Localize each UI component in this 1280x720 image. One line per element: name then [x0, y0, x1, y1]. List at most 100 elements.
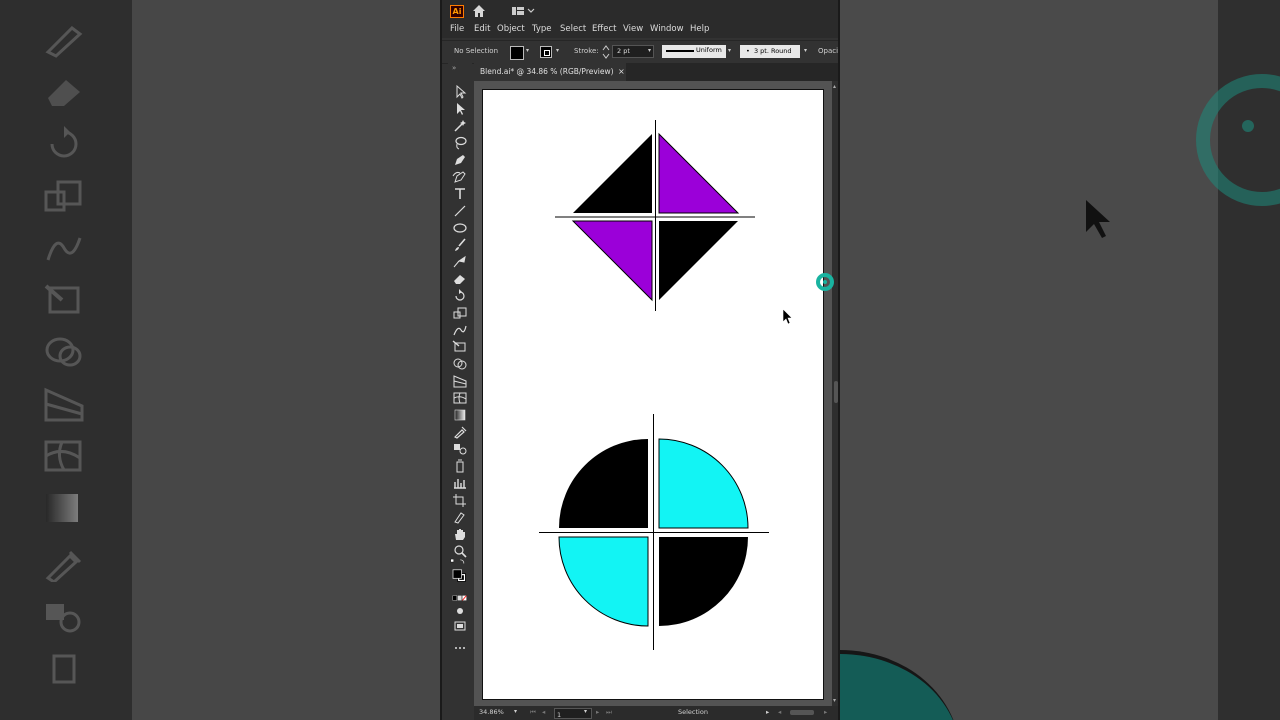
diamond-bottom-left-triangle[interactable] [571, 220, 653, 302]
home-icon[interactable] [472, 4, 486, 18]
illustrator-window: Ai File Edit Object Type Select Effect V… [440, 0, 840, 720]
fill-dropdown-icon[interactable]: ▾ [526, 48, 532, 54]
zoom-dropdown-icon[interactable]: ▾ [514, 708, 517, 715]
circle-top-left-quarter[interactable] [559, 439, 648, 528]
stroke-label: Stroke: [574, 47, 599, 55]
workspace-switcher-icon[interactable] [510, 5, 536, 17]
fill-stroke-indicator[interactable] [452, 568, 472, 586]
stroke-weight-dropdown-icon[interactable]: ▾ [648, 48, 654, 54]
stroke-dropdown-icon[interactable]: ▾ [556, 48, 562, 54]
brush-dropdown-icon[interactable]: ▾ [804, 48, 810, 54]
circle-group[interactable] [539, 414, 769, 650]
magic-wand-tool-icon[interactable] [452, 118, 468, 132]
brush-definition-select[interactable]: • 3 pt. Round [740, 45, 800, 58]
document-tab-bar: Blend.ai* @ 34.86 % (RGB/Preview) × [474, 63, 838, 81]
background-teal-ring [1196, 74, 1280, 206]
scroll-up-icon[interactable]: ▴ [833, 83, 836, 90]
background-right [840, 0, 1280, 720]
selection-tool-icon[interactable] [452, 84, 468, 99]
pen-tool-icon[interactable] [452, 152, 468, 166]
close-tab-icon[interactable]: × [618, 63, 625, 81]
line-tool-icon[interactable] [452, 203, 468, 217]
slice-tool-icon[interactable] [452, 509, 468, 524]
color-mode-icons[interactable] [452, 590, 472, 601]
circle-bottom-left-quarter[interactable] [558, 536, 649, 627]
warp-tool-icon[interactable] [452, 322, 468, 336]
lasso-tool-icon[interactable] [452, 135, 468, 150]
zoom-level[interactable]: 34.86% [479, 708, 504, 716]
stroke-swatch[interactable] [540, 46, 552, 58]
gradient-tool-icon[interactable] [452, 407, 468, 421]
default-colors-swap-icon[interactable] [450, 554, 472, 568]
draw-mode-icon[interactable] [452, 603, 468, 617]
diamond-group[interactable] [555, 120, 755, 311]
artboard[interactable] [482, 89, 824, 700]
background-teal-shape [840, 650, 960, 720]
circle-bottom-right-quarter[interactable] [659, 537, 748, 626]
background-rotate-icon [50, 126, 78, 158]
free-transform-tool-icon[interactable] [452, 339, 468, 353]
perspective-grid-tool-icon[interactable] [452, 373, 468, 388]
stroke-profile-select[interactable]: Uniform [662, 45, 726, 58]
diamond-top-left-triangle[interactable] [573, 134, 652, 213]
hand-tool-icon[interactable] [452, 526, 468, 540]
curvature-tool-icon[interactable] [452, 169, 468, 183]
menu-effect[interactable]: Effect [592, 24, 616, 34]
menu-window[interactable]: Window [650, 24, 684, 34]
type-tool-icon[interactable] [452, 186, 468, 200]
fill-swatch[interactable] [510, 46, 524, 60]
rotate-tool-icon[interactable] [452, 288, 468, 302]
blend-tool-icon[interactable] [452, 441, 468, 455]
background-eyedropper-icon [45, 550, 82, 582]
circle-top-right-quarter[interactable] [658, 438, 749, 529]
opacity-label[interactable]: Opacity [818, 47, 838, 55]
menu-object[interactable]: Object [497, 24, 525, 34]
vertical-scrollbar[interactable]: ▴ ▾ [832, 81, 838, 706]
panel-collapse-icon[interactable]: » [452, 64, 456, 72]
shape-builder-tool-icon[interactable] [452, 356, 468, 370]
control-bar: No Selection ▾ ▾ Stroke: 2 pt ▾ Uniform … [442, 40, 838, 64]
symbol-sprayer-tool-icon[interactable] [452, 458, 468, 473]
menu-view[interactable]: View [623, 24, 643, 34]
next-artboard-icon[interactable]: ▸ [596, 708, 599, 716]
edit-toolbar-icon[interactable] [452, 640, 468, 654]
stroke-stepper-icon[interactable] [602, 45, 610, 59]
scroll-down-icon[interactable]: ▾ [833, 697, 836, 704]
menu-select[interactable]: Select [560, 24, 586, 34]
hscroll-left-icon[interactable]: ◂ [778, 708, 781, 716]
shaper-tool-icon[interactable] [452, 254, 468, 268]
diamond-bottom-right-triangle[interactable] [659, 221, 738, 300]
artboard-number: 1 [557, 711, 562, 719]
menu-type[interactable]: Type [532, 24, 552, 34]
tools-panel: » [448, 62, 472, 662]
eraser-tool-icon[interactable] [452, 271, 468, 285]
first-artboard-icon[interactable]: ⏮ [530, 708, 536, 717]
last-artboard-icon[interactable]: ⏭ [606, 708, 612, 717]
paintbrush-tool-icon[interactable] [452, 237, 468, 251]
menu-help[interactable]: Help [690, 24, 709, 34]
horizontal-scroll-thumb[interactable] [790, 710, 814, 715]
hscroll-right-icon[interactable]: ▸ [824, 708, 827, 716]
status-menu-icon[interactable]: ▸ [766, 708, 769, 716]
mouse-pointer-icon [782, 308, 793, 325]
eyedropper-tool-icon[interactable] [452, 424, 468, 439]
ellipse-tool-icon[interactable] [452, 220, 468, 234]
direct-selection-tool-icon[interactable] [452, 101, 468, 115]
previous-artboard-icon[interactable]: ◂ [542, 708, 545, 716]
artwork [539, 120, 793, 650]
artboard-tool-icon[interactable] [452, 492, 468, 507]
menu-edit[interactable]: Edit [474, 24, 490, 34]
mesh-tool-icon[interactable] [452, 390, 468, 404]
diamond-top-right-triangle[interactable] [658, 132, 740, 214]
artboard-dropdown-icon[interactable]: ▾ [584, 708, 587, 715]
selection-state: No Selection [454, 47, 499, 55]
vertical-scroll-thumb[interactable] [834, 381, 838, 403]
document-tab[interactable]: Blend.ai* @ 34.86 % (RGB/Preview) × [474, 63, 626, 81]
menu-file[interactable]: File [450, 24, 464, 34]
graph-tool-icon[interactable] [452, 475, 468, 489]
screen-mode-icon[interactable] [452, 618, 468, 632]
profile-dropdown-icon[interactable]: ▾ [728, 48, 734, 54]
scale-tool-icon[interactable] [452, 305, 468, 319]
background-blend-icon [46, 604, 81, 633]
canvas-area[interactable] [474, 81, 832, 706]
